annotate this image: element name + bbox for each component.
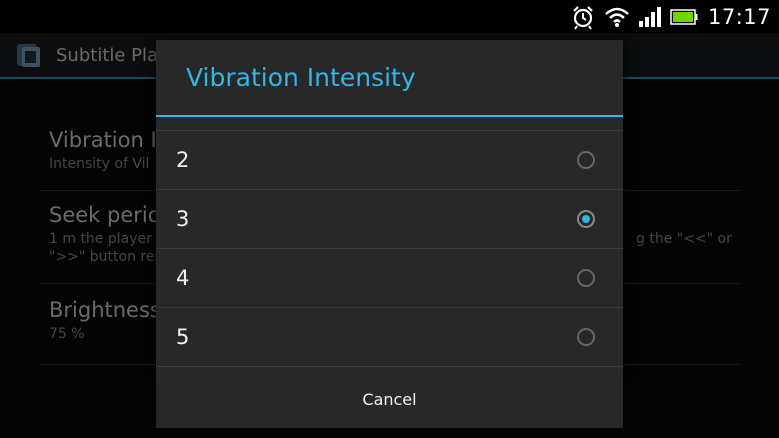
app-title: Subtitle Pla (56, 44, 159, 66)
status-bar: 17:17 (0, 0, 779, 33)
option-label: 5 (176, 325, 190, 349)
app-logo-icon (14, 40, 44, 70)
option-label: 3 (176, 207, 190, 231)
vibration-intensity-dialog: Vibration Intensity 2 3 4 5 Cancel (156, 40, 623, 428)
radio-button-checked[interactable] (577, 210, 595, 228)
dialog-title: Vibration Intensity (156, 40, 623, 117)
option-2[interactable]: 2 (156, 131, 623, 190)
alarm-icon (570, 4, 596, 30)
option-label: 2 (176, 148, 190, 172)
option-3[interactable]: 3 (156, 190, 623, 249)
option-5[interactable]: 5 (156, 308, 623, 367)
signal-icon (638, 6, 662, 27)
pref-summary-line1: 1 m the player (49, 231, 152, 247)
option-label: 4 (176, 266, 190, 290)
option-4[interactable]: 4 (156, 249, 623, 308)
options-list: 2 3 4 5 (156, 130, 623, 367)
radio-button[interactable] (577, 269, 595, 287)
pref-summary-line2: ">>" button res (49, 249, 162, 265)
wifi-icon (604, 6, 630, 28)
radio-button[interactable] (577, 151, 595, 169)
cancel-button[interactable]: Cancel (156, 370, 623, 428)
clock: 17:17 (707, 4, 771, 29)
battery-icon (670, 8, 698, 25)
radio-button[interactable] (577, 328, 595, 346)
pref-summary-tail: g the "<<" or (636, 231, 732, 247)
